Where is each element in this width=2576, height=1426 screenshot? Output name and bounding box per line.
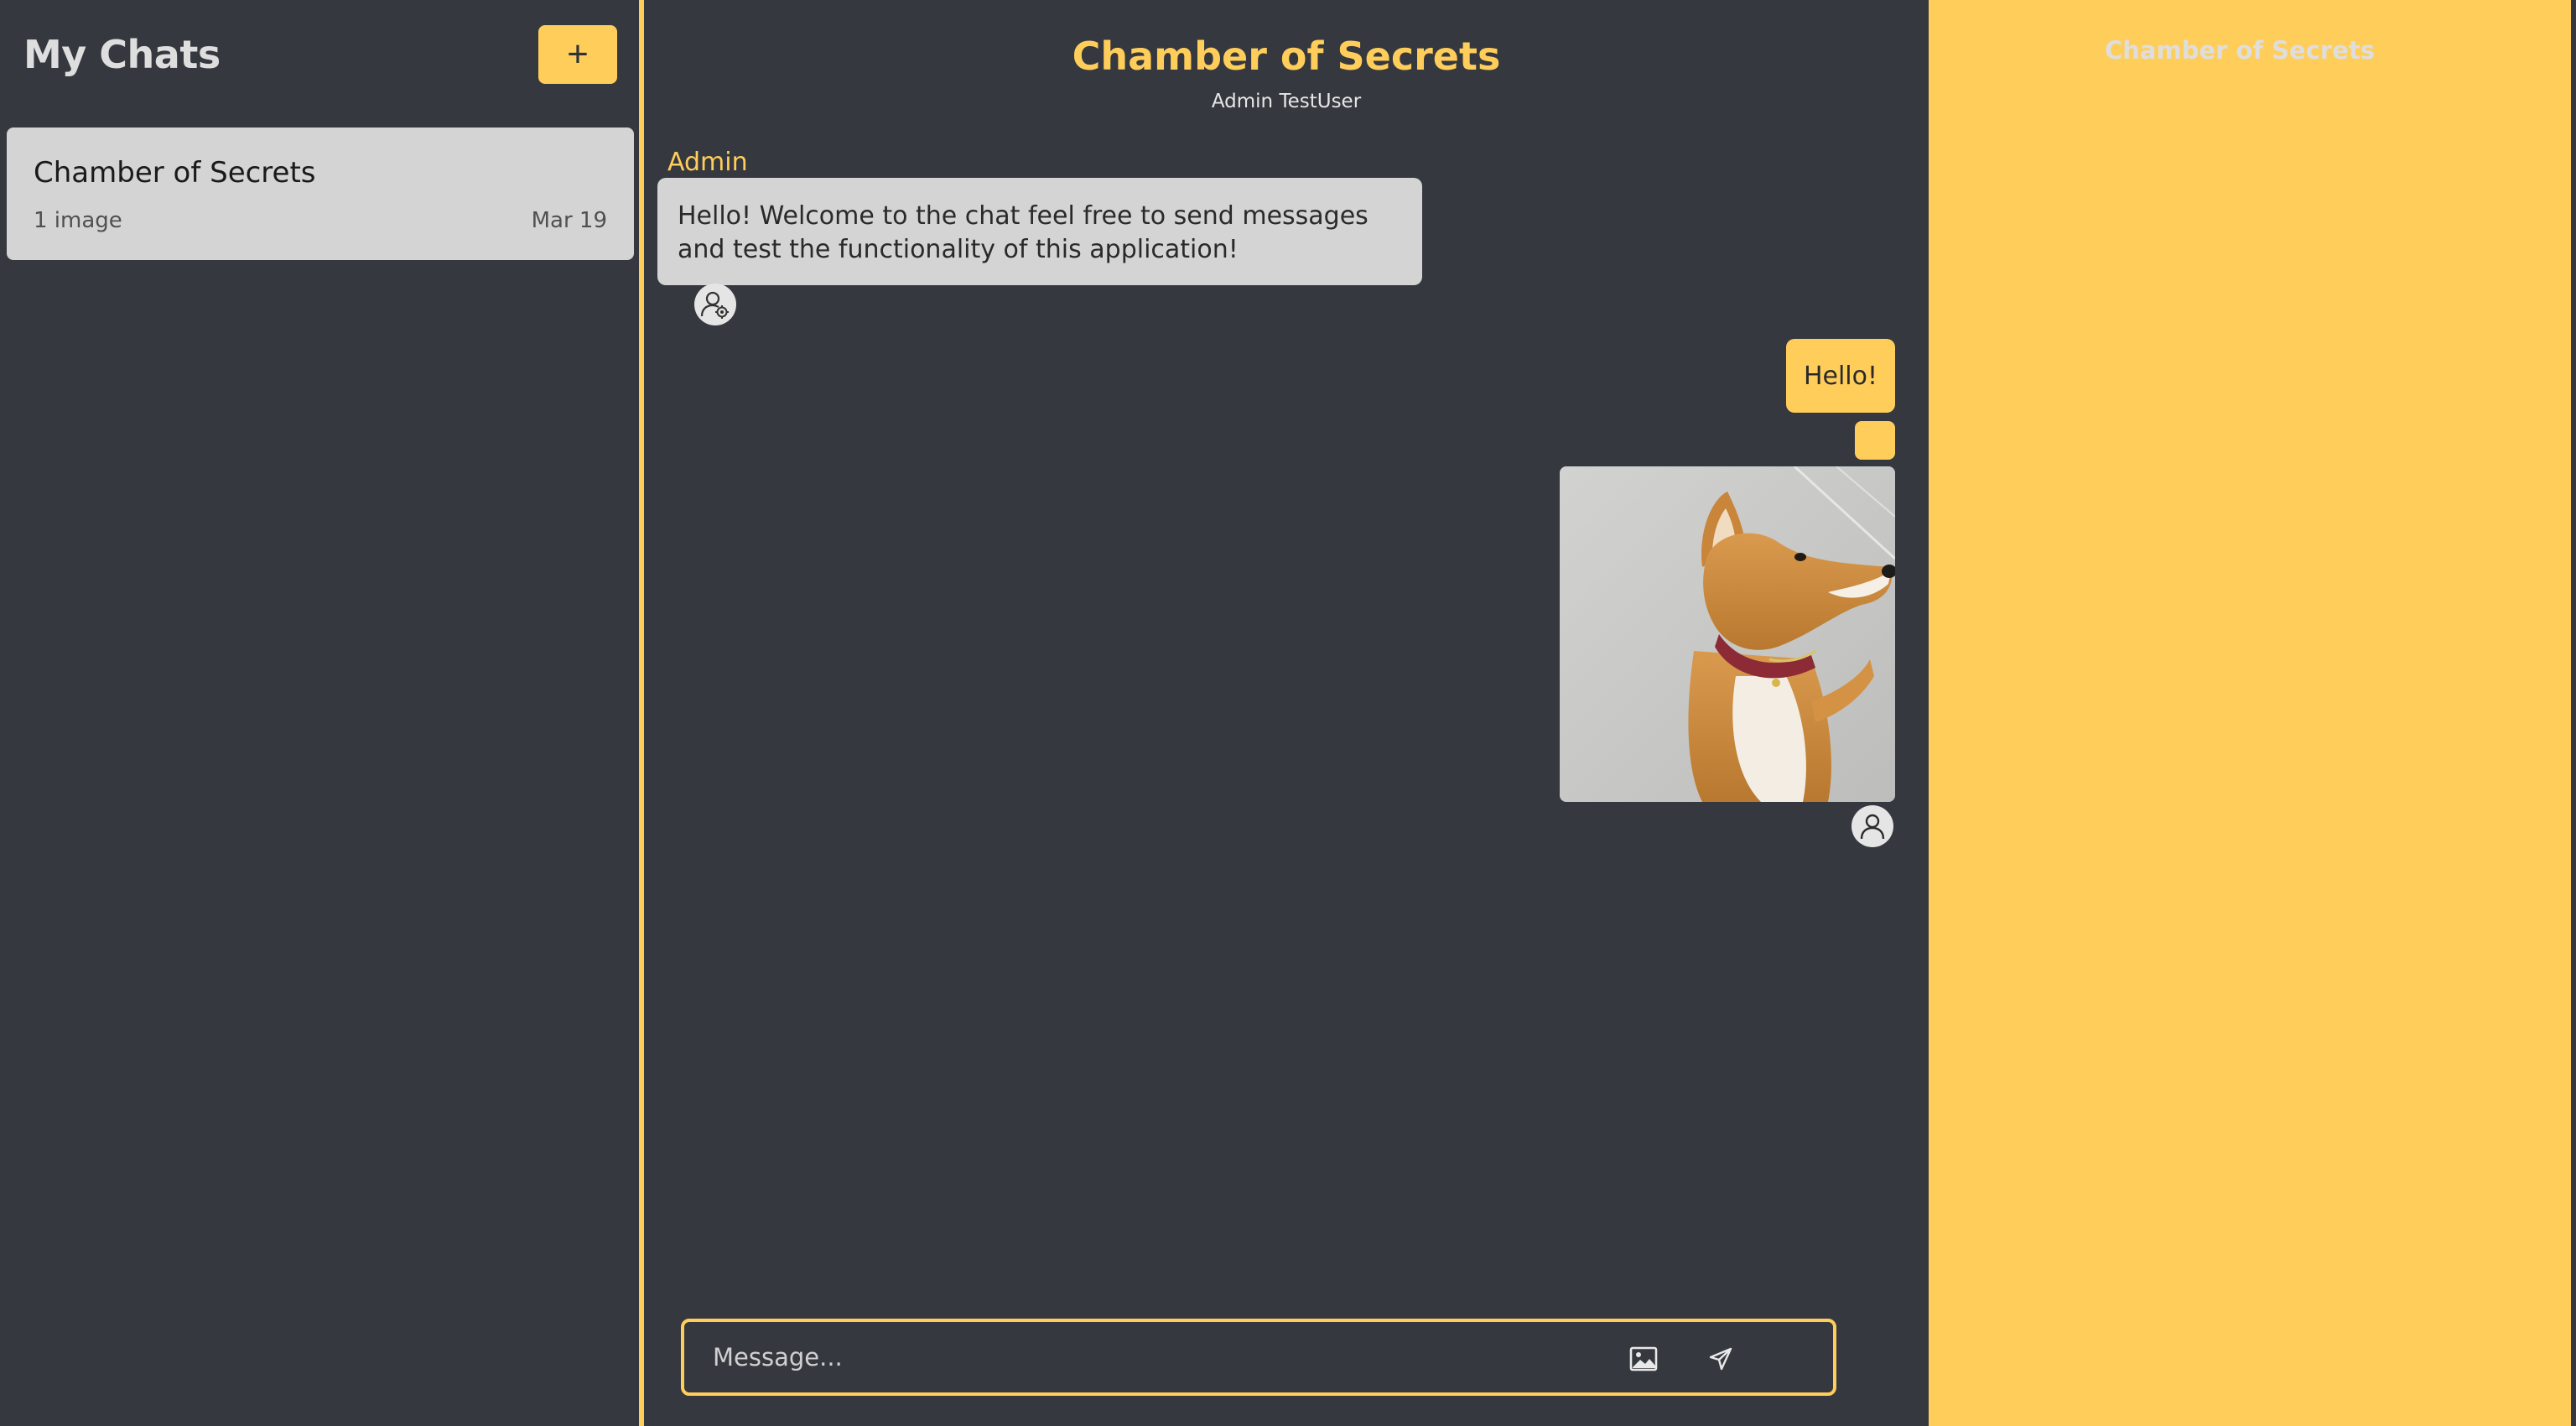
details-panel: Chamber of Secrets People Photos [1934, 0, 2576, 1426]
photos-section-label: Photos [1987, 188, 2092, 220]
chat-app: My Chats + Chamber of Secrets 1 image Ma… [0, 0, 2576, 1426]
user-icon[interactable] [1852, 805, 1893, 847]
room-name-button[interactable]: Chamber of Secrets [1967, 20, 2512, 81]
new-chat-button[interactable]: + [538, 25, 617, 84]
outgoing-message-bubble: Hello! [1786, 339, 1895, 413]
chat-list-item-date: Mar 19 [531, 208, 607, 233]
chat-list-item-preview: 1 image [34, 208, 122, 233]
message-status-chip [1855, 421, 1895, 460]
dog-photo[interactable] [1560, 466, 1895, 802]
chat-main: Chamber of Secrets Admin TestUser Admin … [644, 0, 1929, 1426]
user-gear-icon[interactable] [694, 284, 736, 325]
chat-list-item[interactable]: Chamber of Secrets 1 image Mar 19 [7, 128, 634, 260]
incoming-message-bubble: Hello! Welcome to the chat feel free to … [657, 178, 1422, 285]
message-sender-name: Admin [667, 148, 748, 177]
chats-sidebar: My Chats + Chamber of Secrets 1 image Ma… [0, 0, 639, 1426]
sidebar-title: My Chats [23, 32, 221, 77]
chevron-left-icon [2471, 193, 2487, 220]
people-section-label: People [1987, 109, 2090, 141]
photos-section-toggle[interactable]: Photos [1967, 173, 2512, 242]
chat-members: Admin TestUser [1211, 91, 1362, 112]
people-section-toggle[interactable]: People [1967, 94, 2512, 163]
image-icon[interactable] [1625, 1340, 1662, 1377]
chat-title: Chamber of Secrets [1072, 34, 1501, 79]
send-icon[interactable] [1702, 1340, 1739, 1377]
message-input[interactable] [713, 1337, 1602, 1377]
message-composer [681, 1319, 1836, 1396]
chat-list-item-name: Chamber of Secrets [34, 156, 316, 190]
sidebar-header: My Chats [23, 32, 221, 77]
chevron-left-icon [2471, 114, 2487, 141]
